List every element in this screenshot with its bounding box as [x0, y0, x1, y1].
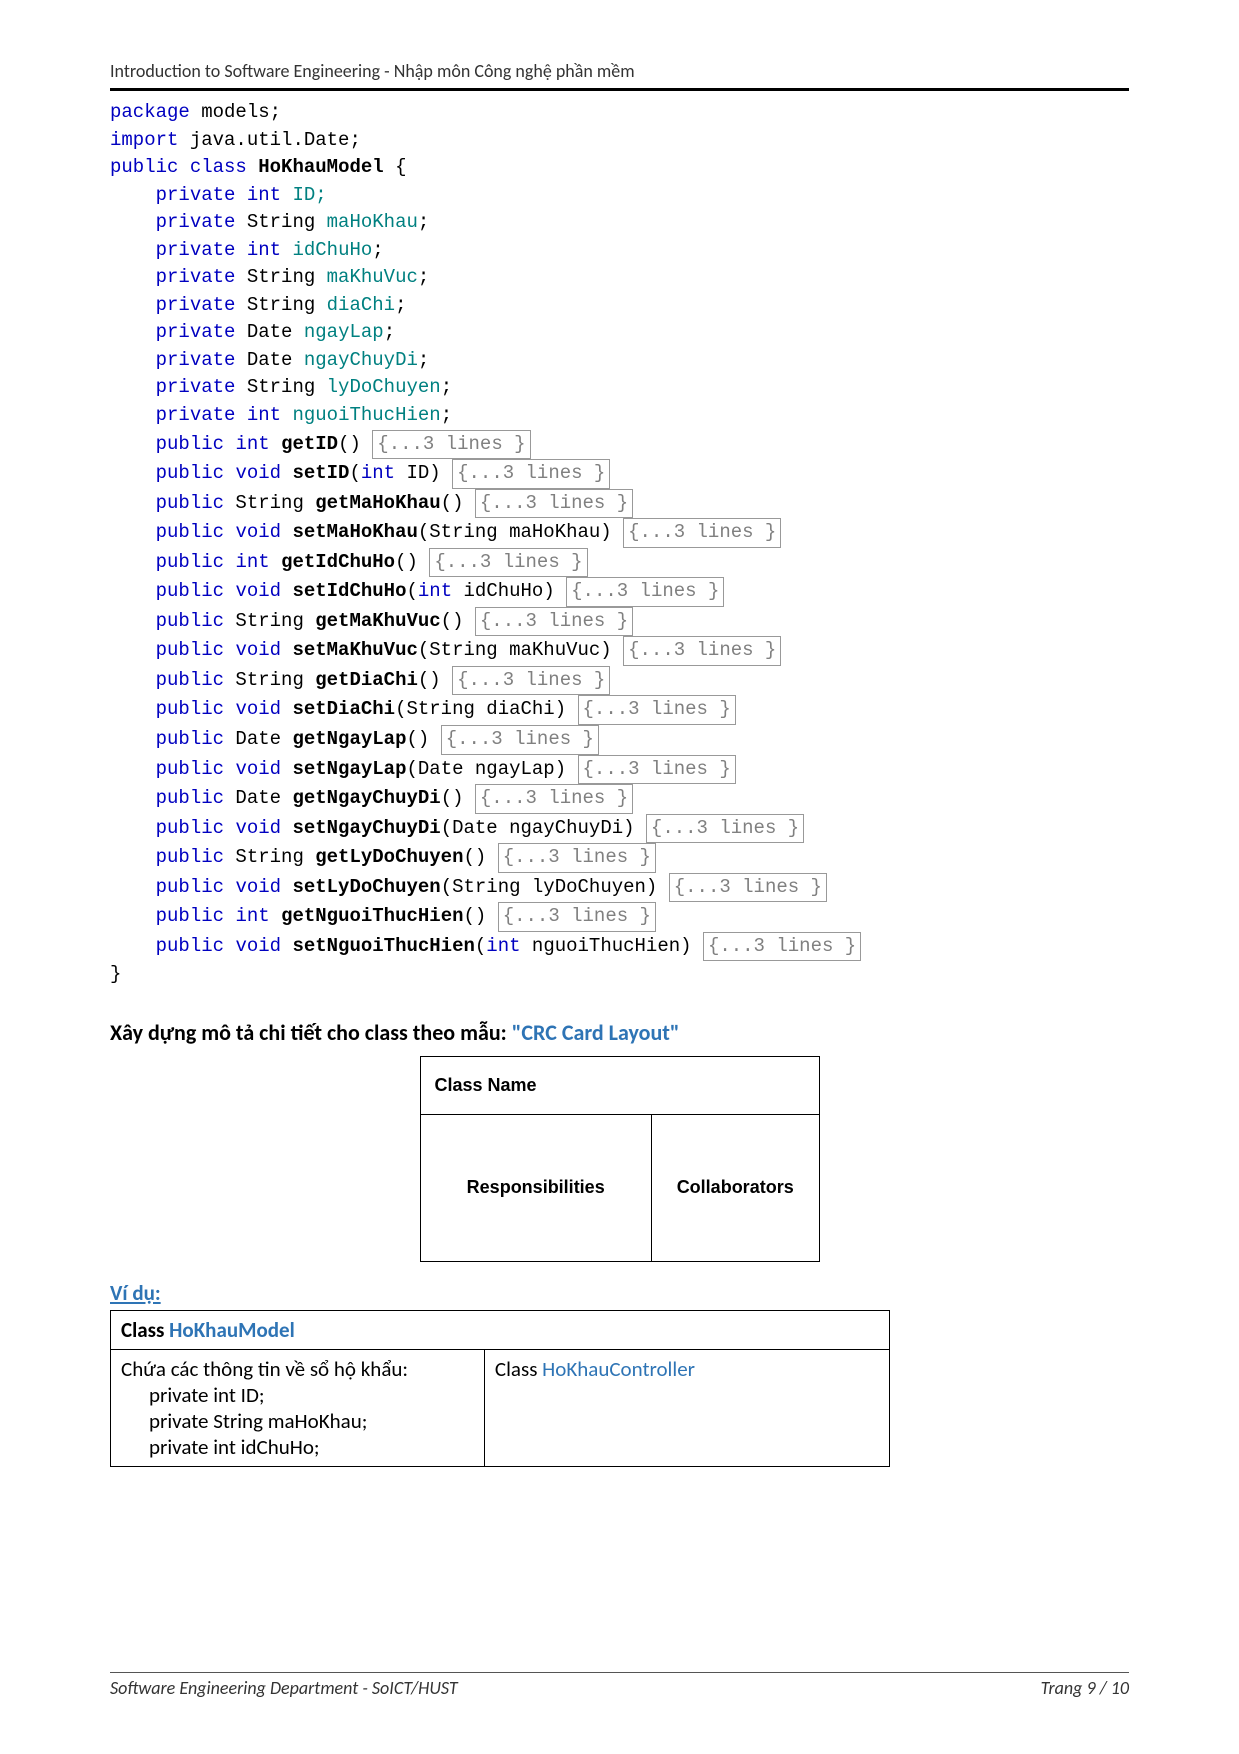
page-footer: Software Engineering Department - SoICT/…: [110, 1672, 1129, 1699]
page-header: Introduction to Software Engineering - N…: [110, 60, 1129, 91]
example-responsibilities: Chứa các thông tin về sổ hộ khẩu: privat…: [111, 1349, 485, 1466]
crc-collaborators: Collaborators: [651, 1114, 819, 1261]
crc-classname: Class Name: [420, 1056, 819, 1114]
section-title: Xây dựng mô tả chi tiết cho class theo m…: [110, 1019, 1129, 1046]
example-class-header: Class HoKhauModel: [111, 1310, 890, 1349]
example-collaborators: Class HoKhauController: [484, 1349, 889, 1466]
code-block: package models; import java.util.Date; p…: [110, 99, 1129, 989]
crc-example-table: Class HoKhauModel Chứa các thông tin về …: [110, 1310, 890, 1467]
crc-layout-table: Class Name Responsibilities Collaborator…: [420, 1056, 820, 1262]
footer-left: Software Engineering Department - SoICT/…: [110, 1677, 458, 1699]
crc-responsibilities: Responsibilities: [420, 1114, 651, 1261]
footer-right: Trang 9 / 10: [1041, 1677, 1129, 1699]
example-heading: Ví dụ:: [110, 1280, 1129, 1306]
